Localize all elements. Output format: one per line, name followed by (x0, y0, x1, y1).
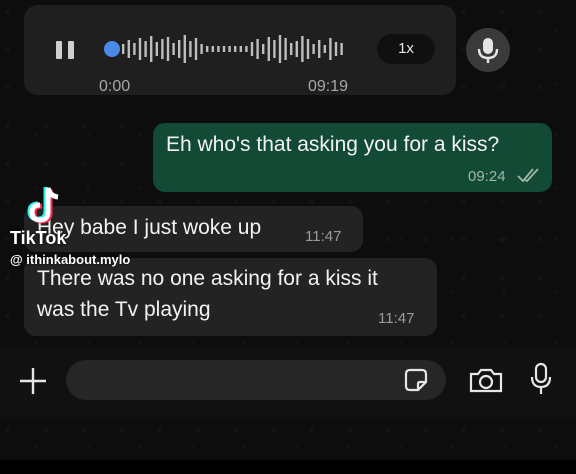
waveform-bar (161, 39, 164, 59)
waveform-bar (200, 44, 203, 54)
microphone-icon (477, 38, 499, 63)
message-bubble-incoming[interactable]: Hey babe I just woke up 11:47 (24, 206, 363, 252)
pause-icon[interactable] (56, 41, 76, 59)
waveform-bar (127, 40, 130, 58)
waveform-bar (211, 46, 214, 52)
waveform-bar (318, 40, 321, 58)
message-text: Hey babe I just woke up (37, 216, 262, 239)
message-timestamp: 11:47 (378, 310, 415, 327)
waveform-bar (290, 43, 293, 55)
waveform-bar (189, 41, 192, 57)
waveform-bar (323, 45, 326, 53)
message-bubble-incoming[interactable]: There was no one asking for a kiss it wa… (24, 258, 437, 336)
home-indicator-area (0, 460, 576, 474)
waveform-bar (284, 38, 287, 60)
waveform-bar (166, 37, 170, 61)
waveform-bar (278, 35, 282, 63)
playback-speed-button[interactable]: 1x (377, 34, 435, 64)
waveform-bar (340, 43, 343, 55)
waveform-bar (172, 43, 175, 55)
waveform-bar (250, 42, 254, 56)
waveform-bar (262, 44, 265, 54)
waveform-bar (267, 37, 270, 61)
waveform-bar (239, 46, 242, 52)
waveform-bar (122, 44, 125, 54)
message-text-line: There was no one asking for a kiss it (37, 267, 378, 290)
record-microphone-button[interactable] (466, 28, 510, 72)
waveform-bar (334, 42, 338, 56)
playback-scrubber[interactable] (104, 41, 120, 57)
waveform-bar (178, 40, 181, 58)
double-check-icon (517, 168, 539, 183)
waveform-bar (273, 40, 276, 58)
waveform-bar (144, 41, 147, 57)
voice-note-current-time: 0:00 (99, 78, 131, 95)
microphone-icon[interactable] (530, 362, 552, 396)
waveform-bar (155, 42, 158, 56)
waveform-bar (306, 39, 310, 59)
plus-icon[interactable] (18, 366, 48, 396)
waveform-bar (301, 36, 304, 62)
voice-note-duration: 09:19 (308, 78, 349, 95)
message-text-line: was the Tv playing (37, 298, 211, 321)
waveform-bar (194, 38, 198, 60)
waveform-bar (222, 46, 226, 52)
waveform-bar (217, 46, 220, 52)
tiktok-logo-icon (27, 187, 59, 224)
message-bubble-outgoing[interactable]: Eh who's that asking you for a kiss? 09:… (153, 123, 552, 192)
waveform-bar (329, 38, 332, 60)
waveform-bar (150, 36, 153, 62)
watermark-handle: @ ithinkabout.mylo (10, 252, 131, 267)
waveform-bar (312, 44, 315, 54)
waveform (122, 35, 343, 63)
waveform-bar (234, 46, 237, 52)
message-input[interactable] (66, 360, 446, 400)
waveform-bar (245, 46, 248, 52)
waveform-bar (133, 43, 136, 55)
waveform-bar (138, 38, 142, 60)
message-text: Eh who's that asking you for a kiss? (166, 133, 500, 156)
waveform-bar (206, 46, 209, 52)
waveform-bar (228, 46, 231, 52)
sticker-icon[interactable] (402, 366, 430, 394)
waveform-bar (256, 39, 259, 59)
camera-icon[interactable] (468, 366, 504, 394)
watermark-brand: TikTok (10, 228, 67, 248)
waveform-bar (295, 41, 298, 57)
message-timestamp: 09:24 (468, 168, 506, 185)
message-timestamp: 11:47 (305, 228, 342, 245)
waveform-bar (183, 35, 186, 63)
